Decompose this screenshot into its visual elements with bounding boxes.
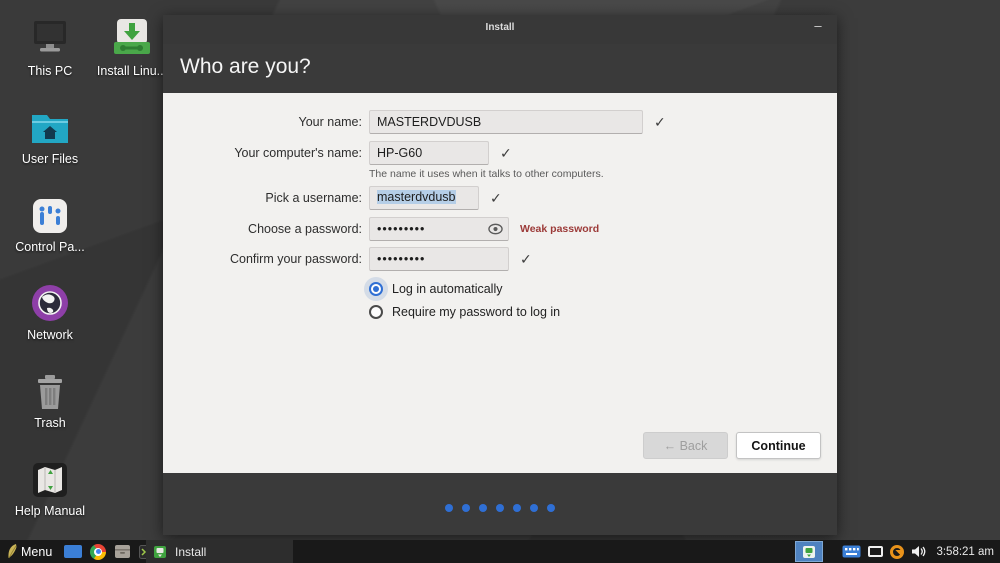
name-ok-checkmark-icon: ✓	[654, 114, 666, 131]
network-globe-icon	[31, 280, 69, 322]
system-tray: 3:58:21 am	[842, 540, 997, 563]
progress-dots	[163, 473, 837, 535]
menu-label: Menu	[19, 545, 56, 559]
desktop-icon-help-manual[interactable]: Help Manual	[4, 456, 96, 518]
folder-home-icon	[29, 104, 71, 146]
desktop-icon-label: Trash	[34, 416, 66, 430]
name-row: Your name: ✓	[163, 110, 666, 134]
name-input[interactable]	[369, 110, 643, 134]
desktop-icon-this-pc[interactable]: This PC	[4, 16, 96, 78]
desktop-icon-label: This PC	[28, 64, 72, 78]
install-linux-icon	[111, 16, 153, 58]
computer-icon	[27, 16, 73, 58]
require-password-label: Require my password to log in	[392, 305, 560, 319]
help-manual-icon	[31, 456, 69, 498]
confirm-password-row: Confirm your password: ✓	[163, 247, 532, 271]
confirm-password-label: Confirm your password:	[163, 252, 362, 266]
password-strength-status: Weak password	[520, 223, 599, 235]
username-row: Pick a username: masterdvdusb ✓	[163, 186, 502, 210]
control-panel-icon	[31, 192, 69, 234]
menu-logo-icon	[6, 543, 19, 560]
desktop-icon-network[interactable]: Network	[4, 280, 96, 342]
password-row: Choose a password: Weak password	[163, 217, 599, 241]
confirm-ok-checkmark-icon: ✓	[520, 251, 532, 268]
taskbar-window-button-install[interactable]: Install	[146, 540, 293, 563]
computer-name-label: Your computer's name:	[163, 146, 362, 160]
username-ok-checkmark-icon: ✓	[490, 190, 502, 207]
username-label: Pick a username:	[163, 191, 362, 205]
trash-icon	[33, 368, 67, 410]
require-password-option[interactable]: Require my password to log in	[369, 302, 560, 322]
minimize-button[interactable]: –	[809, 18, 827, 36]
desktop-icon-label: Help Manual	[15, 504, 85, 518]
taskbar-clock[interactable]: 3:58:21 am	[933, 546, 997, 558]
continue-button[interactable]: Continue	[736, 432, 821, 459]
radio-selected-icon[interactable]	[369, 282, 383, 296]
progress-dot	[445, 504, 453, 512]
computer-name-input[interactable]	[369, 141, 489, 165]
volume-icon[interactable]	[911, 545, 926, 558]
name-label: Your name:	[163, 115, 362, 129]
browser-launcher[interactable]	[86, 540, 110, 563]
progress-dot	[547, 504, 555, 512]
progress-dot	[530, 504, 538, 512]
desktop: This PC Install Linu... User Files	[0, 0, 1000, 563]
login-automatically-label: Log in automatically	[392, 282, 502, 296]
show-password-eye-icon[interactable]	[488, 222, 503, 236]
show-desktop-button[interactable]	[60, 540, 86, 563]
desktop-icon-label: Install Linu...	[97, 64, 167, 78]
progress-dot	[462, 504, 470, 512]
selected-text: masterdvdusb	[377, 190, 456, 204]
confirm-password-input[interactable]	[369, 247, 509, 271]
updates-icon[interactable]	[890, 545, 904, 559]
confirm-field-wrap	[369, 247, 509, 271]
chrome-icon	[90, 544, 106, 560]
window-header: Who are you?	[163, 44, 837, 93]
show-desktop-icon	[64, 545, 82, 558]
login-automatically-option[interactable]: Log in automatically	[369, 279, 502, 299]
progress-dot	[496, 504, 504, 512]
display-icon[interactable]	[868, 546, 883, 557]
progress-dot	[479, 504, 487, 512]
installer-tray-icon	[802, 545, 816, 559]
file-manager-icon	[114, 544, 131, 559]
keyboard-icon[interactable]	[842, 545, 861, 558]
taskbar-left: Menu ⁞⁞	[0, 540, 166, 563]
installer-tray-button[interactable]	[795, 541, 823, 562]
taskbar-window-label: Install	[175, 545, 206, 559]
computer-name-help: The name it uses when it talks to other …	[369, 168, 604, 180]
desktop-icon-trash[interactable]: Trash	[4, 368, 96, 430]
installer-tray-icon	[153, 545, 167, 559]
progress-dot	[513, 504, 521, 512]
password-field-wrap	[369, 217, 509, 241]
window-titlebar[interactable]: Install –	[163, 15, 837, 44]
file-manager-launcher[interactable]	[110, 540, 135, 563]
desktop-icon-user-files[interactable]: User Files	[4, 104, 96, 166]
computer-ok-checkmark-icon: ✓	[500, 145, 512, 162]
back-button[interactable]: ← Back	[643, 432, 728, 459]
form-area: Your name: ✓ Your computer's name: ✓ The…	[163, 93, 837, 473]
window-title: Install	[163, 22, 837, 33]
page-title: Who are you?	[180, 55, 311, 79]
taskbar: Menu ⁞⁞	[0, 540, 1000, 563]
menu-button[interactable]: Menu	[0, 540, 60, 563]
password-label: Choose a password:	[163, 222, 362, 236]
desktop-icon-label: Network	[27, 328, 73, 342]
computer-name-row: Your computer's name: ✓	[163, 141, 512, 165]
desktop-icon-label: Control Pa...	[15, 240, 84, 254]
installer-window: Install – Who are you? Your name: ✓ Your…	[163, 15, 837, 535]
desktop-icon-label: User Files	[22, 152, 78, 166]
radio-unselected-icon[interactable]	[369, 305, 383, 319]
desktop-icon-control-panel[interactable]: Control Pa...	[4, 192, 96, 254]
username-input[interactable]: masterdvdusb	[369, 186, 479, 210]
